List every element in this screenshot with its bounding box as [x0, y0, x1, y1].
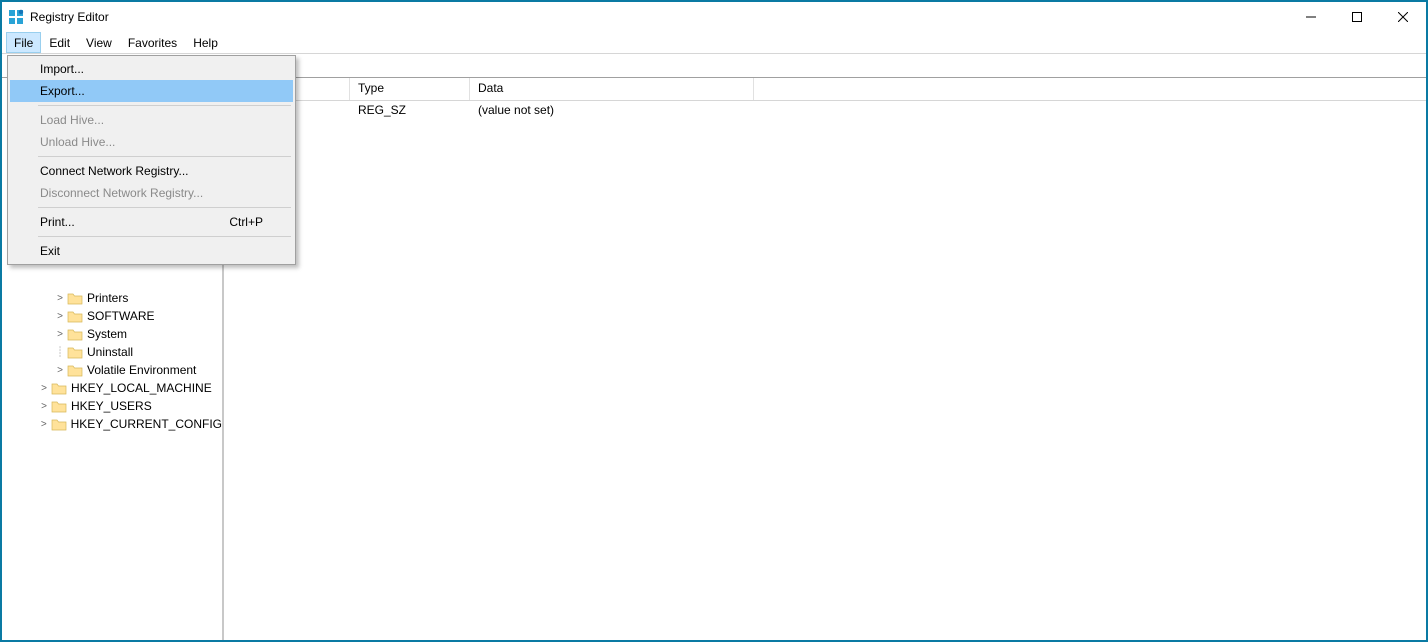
registry-editor-window: Registry Editor File Edit View Favorites…	[0, 0, 1428, 642]
tree-node-uninstall[interactable]: ┊ Uninstall	[6, 343, 222, 361]
tree-node-label: Volatile Environment	[87, 363, 196, 377]
values-pane: Name Type Data REG_SZ (value not set)	[224, 78, 1426, 640]
menuitem-label: Exit	[40, 244, 60, 258]
menu-edit[interactable]: Edit	[41, 32, 78, 53]
menuitem-print[interactable]: Print... Ctrl+P	[10, 211, 293, 233]
close-button[interactable]	[1380, 2, 1426, 32]
tree-node-label: System	[87, 327, 127, 341]
menuitem-exit[interactable]: Exit	[10, 240, 293, 262]
minimize-button[interactable]	[1288, 2, 1334, 32]
menuitem-unload-hive: Unload Hive...	[10, 131, 293, 153]
maximize-button[interactable]	[1334, 2, 1380, 32]
folder-icon	[51, 399, 67, 413]
menu-view-label: View	[86, 36, 112, 50]
menu-file[interactable]: File	[6, 32, 41, 53]
folder-icon	[67, 291, 83, 305]
chevron-right-icon[interactable]: >	[38, 383, 50, 394]
menu-edit-label: Edit	[49, 36, 70, 50]
menuitem-label: Unload Hive...	[40, 135, 115, 149]
value-type-cell: REG_SZ	[350, 103, 470, 117]
menu-help[interactable]: Help	[185, 32, 226, 53]
menuitem-label: Load Hive...	[40, 113, 104, 127]
tree-node-label: HKEY_CURRENT_CONFIG	[71, 417, 222, 431]
menubar: File Edit View Favorites Help	[2, 32, 1426, 54]
chevron-right-icon[interactable]: >	[54, 311, 66, 322]
menuitem-shortcut: Ctrl+P	[229, 215, 263, 229]
menuitem-connect-network-registry[interactable]: Connect Network Registry...	[10, 160, 293, 182]
menuitem-label: Disconnect Network Registry...	[40, 186, 203, 200]
folder-icon	[67, 363, 83, 377]
menuitem-disconnect-network-registry: Disconnect Network Registry...	[10, 182, 293, 204]
values-header: Name Type Data	[224, 78, 1426, 101]
tree-node-label: HKEY_USERS	[71, 399, 152, 413]
menuitem-label: Import...	[40, 62, 84, 76]
menu-help-label: Help	[193, 36, 218, 50]
chevron-right-icon[interactable]: >	[54, 365, 66, 376]
menuitem-export[interactable]: Export...	[10, 80, 293, 102]
folder-icon	[67, 345, 83, 359]
menu-separator	[38, 156, 291, 157]
tree-node-label: HKEY_LOCAL_MACHINE	[71, 381, 212, 395]
window-title: Registry Editor	[30, 10, 109, 24]
chevron-right-icon[interactable]: >	[54, 293, 66, 304]
value-data-cell: (value not set)	[470, 103, 754, 117]
menu-view[interactable]: View	[78, 32, 120, 53]
tree-node-label: Printers	[87, 291, 128, 305]
menuitem-import[interactable]: Import...	[10, 58, 293, 80]
tree-node-hku[interactable]: > HKEY_USERS	[6, 397, 222, 415]
value-row[interactable]: REG_SZ (value not set)	[224, 101, 1426, 119]
tree-node-hklm[interactable]: > HKEY_LOCAL_MACHINE	[6, 379, 222, 397]
menu-favorites[interactable]: Favorites	[120, 32, 185, 53]
tree-node-label: SOFTWARE	[87, 309, 155, 323]
menu-separator	[38, 207, 291, 208]
tree-node-label: Uninstall	[87, 345, 133, 359]
tree-node-printers[interactable]: > Printers	[6, 289, 222, 307]
column-data-label: Data	[478, 81, 503, 95]
folder-icon	[67, 327, 83, 341]
menu-file-label: File	[14, 36, 33, 50]
chevron-right-icon[interactable]: >	[54, 329, 66, 340]
chevron-right-icon[interactable]: >	[38, 401, 50, 412]
menu-separator	[38, 105, 291, 106]
column-data[interactable]: Data	[470, 78, 754, 100]
tree-node-software[interactable]: > SOFTWARE	[6, 307, 222, 325]
tree-node-hkcc[interactable]: > HKEY_CURRENT_CONFIG	[6, 415, 222, 433]
menuitem-label: Export...	[40, 84, 85, 98]
titlebar: Registry Editor	[2, 2, 1426, 32]
file-menu-dropdown: Import... Export... Load Hive... Unload …	[7, 55, 296, 265]
regedit-icon	[8, 9, 24, 25]
column-type[interactable]: Type	[350, 78, 470, 100]
tree-node-system[interactable]: > System	[6, 325, 222, 343]
menu-separator	[38, 236, 291, 237]
chevron-right-icon[interactable]: >	[38, 419, 50, 430]
folder-icon	[51, 381, 67, 395]
menuitem-label: Print...	[40, 215, 75, 229]
menu-favorites-label: Favorites	[128, 36, 177, 50]
menuitem-label: Connect Network Registry...	[40, 164, 189, 178]
folder-icon	[51, 417, 67, 431]
tree-node-volatile-environment[interactable]: > Volatile Environment	[6, 361, 222, 379]
menuitem-load-hive: Load Hive...	[10, 109, 293, 131]
tree-connector-icon: ┊	[54, 347, 66, 358]
window-controls	[1288, 2, 1426, 32]
column-type-label: Type	[358, 81, 384, 95]
folder-icon	[67, 309, 83, 323]
